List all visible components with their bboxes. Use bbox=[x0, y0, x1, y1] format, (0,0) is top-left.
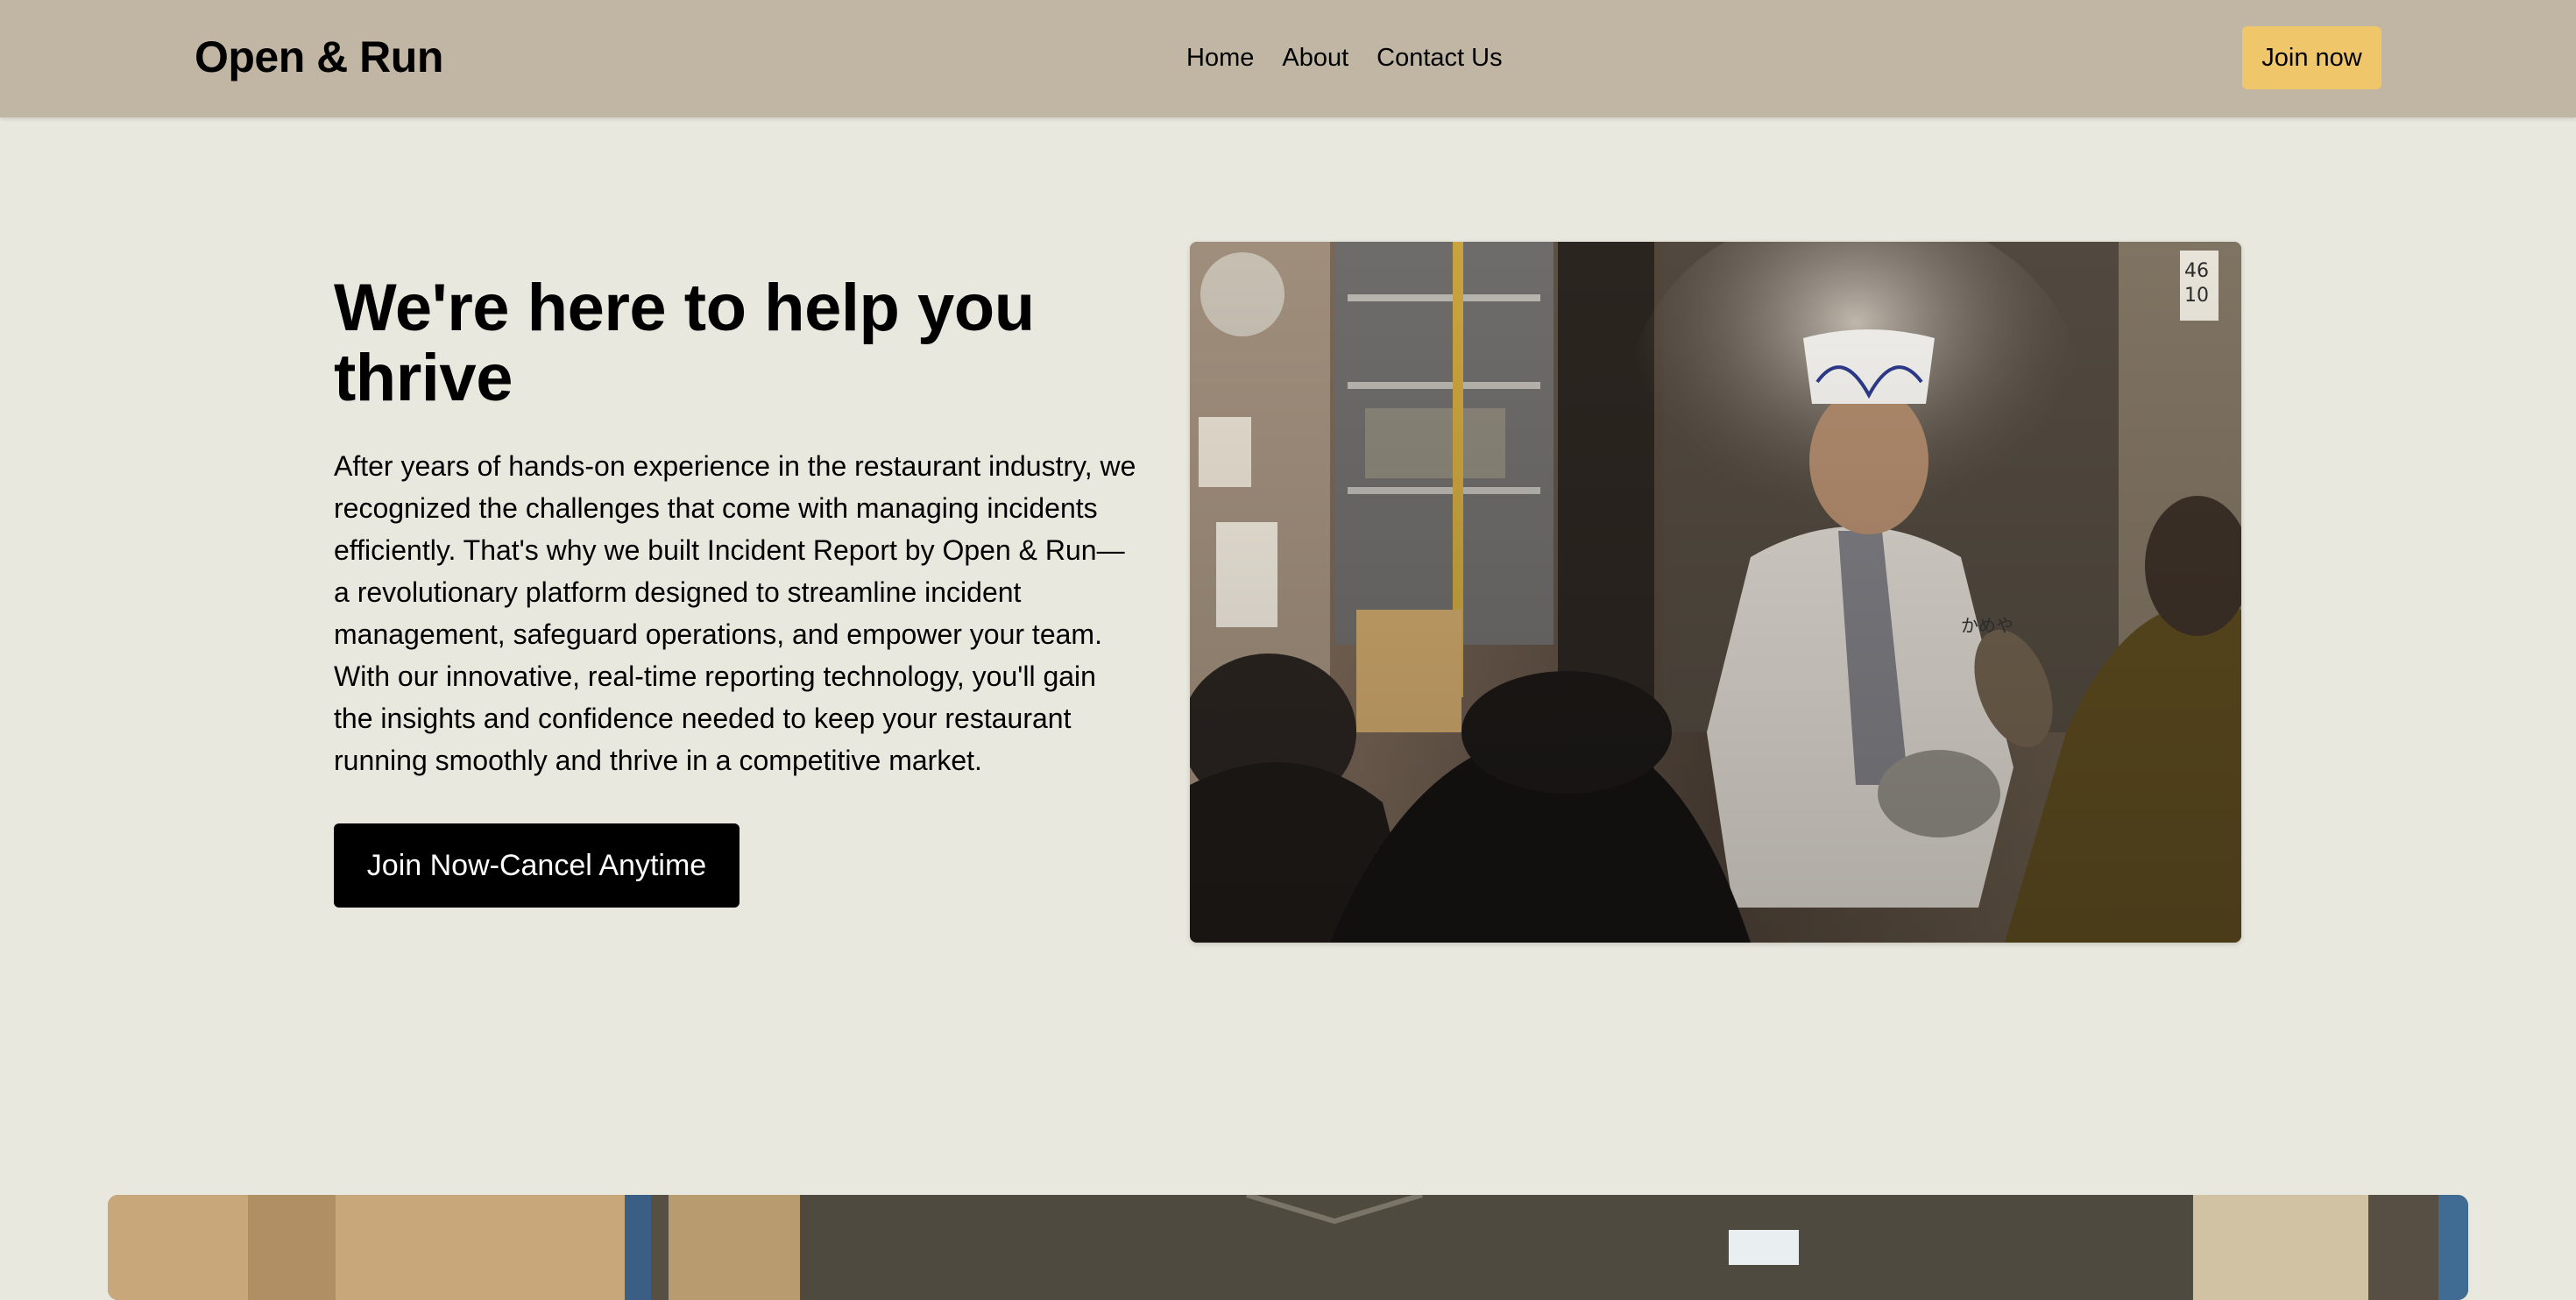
nav-links: Home About Contact Us bbox=[1186, 40, 1503, 75]
chef-in-kitchen-photo: かめや 46 10 bbox=[1190, 242, 2241, 943]
join-now-button[interactable]: Join now bbox=[2242, 26, 2381, 89]
join-now-cancel-anytime-button[interactable]: Join Now-Cancel Anytime bbox=[334, 823, 740, 908]
warehouse-photo-image bbox=[108, 1195, 2468, 1300]
nav-link-contact-us[interactable]: Contact Us bbox=[1376, 40, 1502, 75]
sign-text-top: 46 bbox=[2184, 260, 2209, 282]
brand-logo[interactable]: Open & Run bbox=[195, 32, 443, 82]
hero-title: We're here to help you thrive bbox=[334, 271, 1035, 415]
hero-description: After years of hands-on experience in th… bbox=[334, 450, 1136, 776]
jacket-text: かめや bbox=[1961, 615, 2013, 636]
warehouse-photo bbox=[108, 1195, 2468, 1300]
hero-photo-chef: かめや 46 10 bbox=[1190, 242, 2241, 943]
nav-link-about[interactable]: About bbox=[1282, 40, 1348, 75]
nav-link-home[interactable]: Home bbox=[1186, 40, 1254, 75]
sign-text-bottom: 10 bbox=[2184, 285, 2209, 307]
navbar: Open & Run Home About Contact Us Join no… bbox=[0, 0, 2576, 117]
